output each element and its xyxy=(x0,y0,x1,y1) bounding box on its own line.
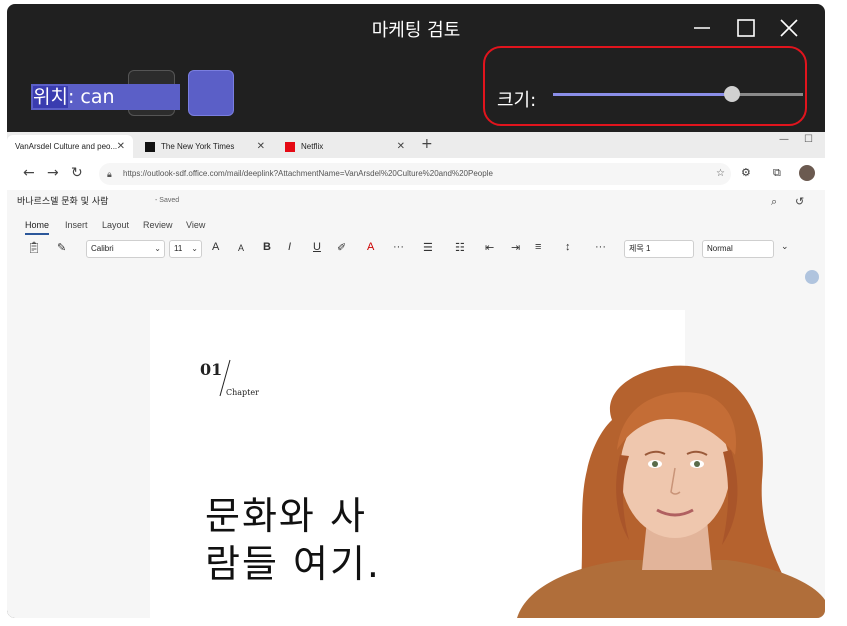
font-size-select[interactable]: 11 ⌄ xyxy=(169,240,202,258)
favorite-icon[interactable]: ☆ xyxy=(716,163,725,185)
highlight-icon[interactable]: ✐ xyxy=(337,241,346,254)
new-tab-button[interactable]: + xyxy=(421,136,433,152)
underline-button[interactable]: U xyxy=(313,241,321,253)
netflix-icon xyxy=(285,141,295,152)
tab-view[interactable]: View xyxy=(186,220,205,230)
url-text: https://outlook-sdf.office.com/mail/deep… xyxy=(123,169,493,178)
chapter-label: Chapter xyxy=(226,388,259,397)
size-label: 크기: xyxy=(497,90,537,111)
search-icon[interactable]: ⌕ xyxy=(771,195,777,209)
line-spacing-icon[interactable]: ↕ xyxy=(565,241,571,253)
size-slider-thumb[interactable] xyxy=(724,86,740,102)
numbering-icon[interactable]: ☷ xyxy=(455,241,465,254)
back-icon[interactable]: ← xyxy=(23,165,35,181)
heading-line: 람들 여기. xyxy=(205,542,381,586)
profile-avatar[interactable] xyxy=(799,165,815,181)
decrease-font-icon[interactable]: A xyxy=(238,243,244,253)
history-icon[interactable]: ↺ xyxy=(795,195,804,208)
paragraph-style-select[interactable]: Normal xyxy=(702,240,774,258)
font-color-icon[interactable]: A xyxy=(367,241,374,253)
title-bar: 마케팅 검토 xyxy=(7,4,825,52)
chevron-down-icon: ⌄ xyxy=(154,244,161,253)
tab-label: Netflix xyxy=(301,142,324,151)
format-painter-icon[interactable]: ✎ xyxy=(57,241,66,254)
browser-tab[interactable]: The New York Times ✕ xyxy=(137,135,273,158)
tab-review[interactable]: Review xyxy=(143,220,173,230)
decrease-indent-icon[interactable]: ⇤ xyxy=(485,241,494,254)
font-name-value: Calibri xyxy=(91,244,114,253)
browser-tab-bar: VanArsdel Culture and peo... ✕ The New Y… xyxy=(7,132,825,158)
tab-close-icon[interactable]: ✕ xyxy=(257,135,265,158)
styles-dropdown-icon[interactable]: ⌄ xyxy=(781,241,789,252)
save-status: - Saved xyxy=(155,197,180,204)
increase-font-icon[interactable]: A xyxy=(212,241,219,253)
address-bar: ← → ↻ 🔒︎ https://outlook-sdf.office.com/… xyxy=(7,158,825,190)
size-slider-track[interactable] xyxy=(733,93,803,96)
italic-button[interactable]: I xyxy=(288,241,291,253)
tab-insert[interactable]: Insert xyxy=(65,220,88,230)
minimize-button[interactable] xyxy=(687,14,717,42)
heading-style-value: 제목 1 xyxy=(629,244,651,253)
maximize-button[interactable] xyxy=(731,14,761,42)
heading-line: 문화와 사 xyxy=(205,494,367,538)
bold-button[interactable]: B xyxy=(263,241,271,253)
size-slider-fill[interactable] xyxy=(553,93,733,96)
font-name-select[interactable]: Calibri ⌄ xyxy=(86,240,165,258)
refresh-icon[interactable]: ↻ xyxy=(71,165,83,181)
browser-tab[interactable]: VanArsdel Culture and peo... ✕ xyxy=(7,135,133,158)
layout-option-2-button[interactable] xyxy=(188,70,234,116)
minimize-icon xyxy=(694,27,710,29)
more-options-button[interactable]: ··· xyxy=(595,241,606,253)
tab-home[interactable]: Home xyxy=(25,220,50,235)
document-bar: 바나르스델 문화 및 사람 - Saved ⌕ ↺ xyxy=(7,190,825,216)
heading-style-select[interactable]: 제목 1 xyxy=(624,240,694,258)
tab-close-icon[interactable]: ✕ xyxy=(397,135,405,158)
collaborator-avatar[interactable] xyxy=(805,270,819,284)
document-title[interactable]: 바나르스델 문화 및 사람 xyxy=(17,194,108,207)
close-icon xyxy=(780,19,798,37)
paste-icon[interactable]: 📋︎ xyxy=(27,241,41,254)
increase-indent-icon[interactable]: ⇥ xyxy=(511,241,520,254)
browser-maximize-icon[interactable]: ☐ xyxy=(804,134,813,145)
nyt-icon xyxy=(145,141,155,152)
collections-icon[interactable]: ⧉ xyxy=(773,166,781,180)
app-window: 마케팅 검토 위치: can 크기: VanArsdel Culture and… xyxy=(7,4,825,618)
position-label: 위치: can xyxy=(31,84,180,110)
tab-label: The New York Times xyxy=(161,142,235,151)
more-options-button[interactable]: ··· xyxy=(393,241,404,253)
shared-browser-view: VanArsdel Culture and peo... ✕ The New Y… xyxy=(7,132,825,618)
browser-tab[interactable]: Netflix ✕ xyxy=(277,135,413,158)
browser-minimize-icon[interactable]: — xyxy=(779,134,789,145)
chevron-down-icon: ⌄ xyxy=(191,244,198,253)
url-input[interactable]: 🔒︎ https://outlook-sdf.office.com/mail/d… xyxy=(99,163,731,185)
extensions-icon[interactable]: ⚙ xyxy=(741,166,751,179)
ribbon-tabs: Home Insert Layout Review View xyxy=(7,216,825,238)
tab-label: VanArsdel Culture and peo... xyxy=(15,142,118,151)
page-heading: 문화와 사 람들 여기. xyxy=(205,492,445,588)
formatting-toolbar: 📋︎ ✎ Calibri ⌄ 11 ⌄ A A B I U ✐ A ··· ☰ ☷ … xyxy=(7,238,825,260)
position-label-value: : can xyxy=(67,86,115,108)
forward-icon[interactable]: → xyxy=(47,165,59,181)
bullets-icon[interactable]: ☰ xyxy=(423,241,433,254)
tab-close-icon[interactable]: ✕ xyxy=(117,135,125,158)
maximize-icon xyxy=(737,19,755,37)
font-size-value: 11 xyxy=(174,244,183,253)
position-label-key: 위치 xyxy=(33,86,68,108)
tab-layout[interactable]: Layout xyxy=(102,220,129,230)
align-icon[interactable]: ≡ xyxy=(535,241,541,253)
lock-icon: 🔒︎ xyxy=(107,169,112,179)
close-button[interactable] xyxy=(774,14,804,42)
presenter-video xyxy=(517,365,825,618)
paragraph-style-value: Normal xyxy=(707,244,733,253)
size-control-highlight: 크기: xyxy=(483,46,807,126)
